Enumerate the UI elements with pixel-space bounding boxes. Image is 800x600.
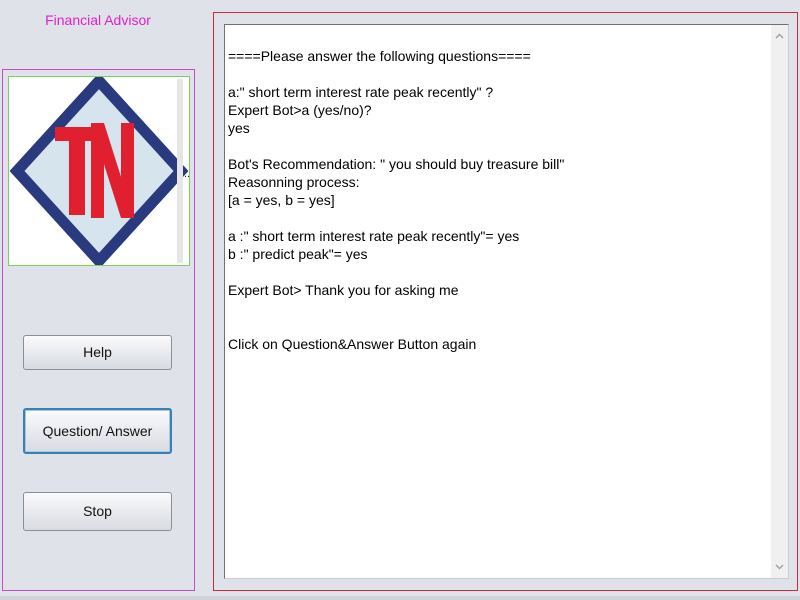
stop-button[interactable]: Stop	[23, 492, 172, 531]
chevron-down-icon[interactable]	[774, 561, 785, 572]
logo-overflow-marker: ..	[184, 168, 191, 180]
transcript-text: ====Please answer the following question…	[228, 47, 764, 353]
transcript-line: Bot's Recommendation: " you should buy t…	[228, 156, 565, 172]
transcript-line	[228, 137, 764, 155]
app-title: Financial Advisor	[45, 12, 151, 28]
transcript-line: Expert Bot> Thank you for asking me	[228, 282, 459, 298]
transcript-line	[228, 65, 764, 83]
help-button[interactable]: Help	[23, 335, 172, 370]
vertical-scrollbar[interactable]	[771, 25, 788, 578]
app-window: Financial Advisor TN .. Help Question/ A…	[0, 0, 800, 600]
transcript-line: Click on Question&Answer Button again	[228, 336, 477, 352]
transcript-line: Reasonning process:	[228, 174, 360, 190]
transcript-line	[228, 299, 764, 317]
logo-scroll-stub	[177, 79, 183, 263]
transcript-line	[228, 317, 764, 335]
transcript-line: ====Please answer the following question…	[228, 48, 531, 64]
transcript-line: yes	[228, 120, 250, 136]
transcript-line: Expert Bot>a (yes/no)?	[228, 102, 372, 118]
question-answer-button[interactable]: Question/ Answer	[23, 408, 172, 454]
tn-logo-icon: TN	[9, 77, 189, 265]
transcript-line: b :" predict peak"= yes	[228, 246, 368, 262]
transcript-line	[228, 263, 764, 281]
transcript-line: [a = yes, b = yes]	[228, 192, 335, 208]
transcript-textarea[interactable]: ====Please answer the following question…	[224, 24, 789, 579]
transcript-line: a :" short term interest rate peak recen…	[228, 228, 520, 244]
logo-frame: TN	[8, 76, 190, 266]
transcript-line	[228, 209, 764, 227]
transcript-line: a:" short term interest rate peak recent…	[228, 84, 494, 100]
bottom-strip	[0, 596, 800, 600]
chevron-up-icon[interactable]	[774, 31, 785, 42]
